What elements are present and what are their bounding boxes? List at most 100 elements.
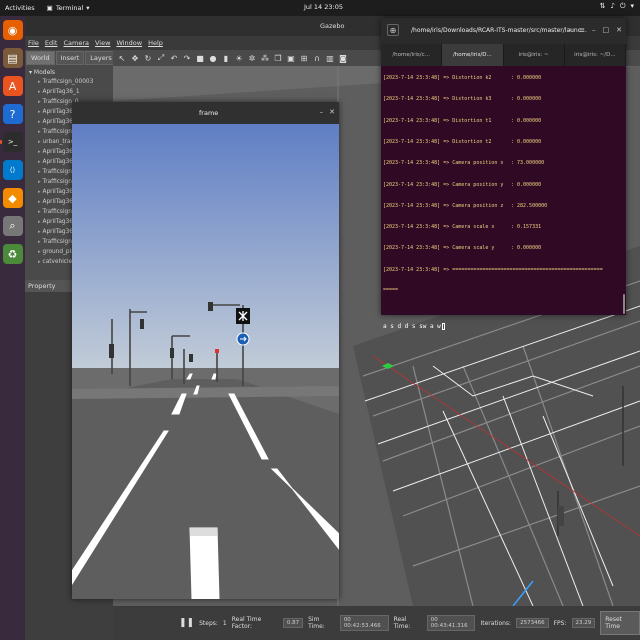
terminal-tab-label: /home/iris/c...	[392, 52, 430, 58]
rtf-field: 0.87	[282, 618, 304, 628]
menu-window[interactable]: Window	[116, 39, 142, 47]
hamburger-menu-icon[interactable]: ≡	[579, 26, 585, 35]
log-value: : 282.500000	[511, 202, 548, 209]
terminal-tab-label: iris@iris: ~	[518, 52, 549, 58]
menu-view[interactable]: View	[95, 39, 110, 47]
box-icon[interactable]: ■	[195, 53, 205, 63]
frame-titlebar[interactable]: frame – ✕	[72, 102, 339, 124]
translate-icon[interactable]: ✥	[130, 53, 140, 63]
log-prefix: [2023-7-14 23:3:48] => =================…	[383, 266, 603, 273]
menu-camera[interactable]: Camera	[63, 39, 89, 47]
log-value: : 0.157331	[511, 224, 542, 231]
fps-field: 23.29	[571, 618, 596, 628]
pause-icon[interactable]: ❚❚	[179, 618, 194, 628]
sun-icon[interactable]: ☀	[234, 53, 244, 63]
activities-button[interactable]: Activities	[5, 4, 35, 12]
log-prefix: [2023-7-14 23:3:48] => Camera scale x	[383, 224, 495, 231]
layers-icon[interactable]: ◆	[2, 188, 23, 208]
cylinder-icon[interactable]: ▮	[221, 53, 231, 63]
log-prefix: [2023-7-14 23:3:48] => Camera scale y	[383, 245, 495, 252]
sim-time-label: Sim Time:	[308, 616, 325, 630]
scale-icon[interactable]: ⤢	[156, 53, 166, 63]
fps-label: FPS:	[553, 619, 567, 627]
terminal-tab[interactable]: /home/iris/c...	[381, 44, 443, 66]
log-line: [2023-7-14 23:3:48] => Distortion k2: 0.…	[383, 75, 541, 81]
help-icon[interactable]: ?	[2, 104, 23, 124]
tree-root-models[interactable]: ▾ Models	[29, 69, 109, 76]
menu-help[interactable]: Help	[148, 39, 163, 47]
firefox-icon[interactable]: ◉	[2, 20, 23, 40]
undo-icon[interactable]: ↶	[169, 53, 179, 63]
tree-item[interactable]: Trafficsign_00003	[29, 77, 109, 87]
gazebo-title: Gazebo	[320, 22, 345, 30]
log-prefix: [2023-7-14 23:3:48] => Camera position z	[383, 202, 504, 209]
minimize-icon[interactable]: –	[320, 108, 324, 116]
top-bar: Activities ▣ Terminal ▾ Jul 14 23:05 ⇅ ♪…	[0, 0, 640, 16]
reset-time-button[interactable]: Reset Time	[600, 611, 640, 635]
dock: ◉ ▤ A? >_ ⟨⟩ ◆ ⌕ ♻	[0, 16, 25, 640]
chevron-down-icon: ▾	[630, 2, 634, 10]
view-angle-icon[interactable]: ▥	[325, 53, 335, 63]
terminal-titlebar[interactable]: ⊕ /home/iris/Downloads/RCAR-ITS-master/s…	[381, 18, 626, 44]
property-label: Property	[28, 282, 56, 290]
log-line: [2023-7-14 23:3:48] => Distortion t2 : 0.…	[383, 138, 541, 145]
log-line: [2023-7-14 23:3:48] => Camera scale x : 0…	[383, 224, 541, 231]
trash-icon[interactable]: ♻	[2, 244, 23, 264]
spotlight-icon[interactable]: ✲	[247, 53, 257, 63]
copy-icon[interactable]: ❐	[273, 53, 283, 63]
log-value: : 0.000000	[511, 117, 542, 124]
log-value: : 0.000000	[511, 96, 542, 103]
log-value: : 0.000000	[511, 181, 542, 188]
gazebo-bottom-bar: ❚❚ Steps: 1 Real Time Factor: 0.87 Sim T…	[113, 606, 640, 640]
log-value: : 0.000000	[511, 245, 542, 252]
terminal-output[interactable]: [2023-7-14 23:3:48] => Distortion k2 : 0.…	[381, 66, 626, 330]
terminal-tab[interactable]: iris@iris: ~/D...	[565, 44, 626, 66]
redo-icon[interactable]: ↷	[182, 53, 192, 63]
vscode-icon[interactable]: ⟨⟩	[2, 160, 23, 180]
terminal-scrollbar[interactable]	[623, 294, 625, 314]
terminal-tab[interactable]: /home/iris/D...	[442, 44, 504, 66]
terminal-tab[interactable]: iris@iris: ~	[504, 44, 565, 66]
snap-icon[interactable]: ∩	[312, 53, 322, 63]
iterations-field: 2573466	[516, 618, 549, 628]
sim-time-field: 00 00:42:53.466	[339, 615, 389, 631]
terminal-input-text: a s d d s sw a w	[383, 323, 441, 330]
align-icon[interactable]: ⊞	[299, 53, 309, 63]
left-panel-tabs: World Insert Layers	[25, 50, 117, 66]
paste-icon[interactable]: ▣	[286, 53, 296, 63]
dirlight-icon[interactable]: ⁂	[260, 53, 270, 63]
sphere-icon[interactable]: ●	[208, 53, 218, 63]
log-prefix: [2023-7-14 23:3:48] => Camera position x	[383, 160, 504, 167]
tree-item[interactable]: AprilTag36_1	[29, 87, 109, 97]
magnifier-icon[interactable]: ⌕	[2, 216, 23, 236]
steps-value[interactable]: 1	[223, 620, 227, 627]
app-menu[interactable]: ▣ Terminal ▾	[47, 4, 90, 12]
terminal-tabs: /home/iris/c... /home/iris/D... iris@iris:…	[381, 44, 626, 66]
search-icon[interactable]: ⌕	[568, 26, 572, 35]
log-value: : 0.000000	[511, 138, 542, 145]
log-prefix: [2023-7-14 23:3:48] => Distortion t2	[383, 138, 492, 145]
log-prefix: [2023-7-14 23:3:48] => Distortion k2	[383, 75, 492, 81]
minimize-icon[interactable]: –	[592, 26, 596, 35]
tree-root-label: Models	[33, 69, 56, 76]
maximize-icon[interactable]: □	[603, 26, 610, 35]
files-icon[interactable]: ▤	[2, 48, 23, 68]
tab-world[interactable]: World	[26, 51, 55, 65]
clock[interactable]: Jul 14 23:05	[304, 3, 343, 11]
terminal-input-line[interactable]: a s d d s sw a w	[383, 323, 445, 330]
select-arrow-icon[interactable]: ↖	[117, 53, 127, 63]
terminal-small-icon: ▣	[46, 4, 53, 12]
terminal-icon[interactable]: >_	[0, 132, 23, 152]
terminal-tab-label: iris@iris: ~/D...	[574, 52, 616, 58]
close-icon[interactable]: ✕	[616, 26, 622, 35]
close-icon[interactable]: ✕	[329, 108, 335, 116]
system-tray[interactable]: ⇅ ♪ ⏻ ▾	[600, 2, 634, 11]
tab-insert[interactable]: Insert	[55, 51, 85, 65]
terminal-window: ⊕ /home/iris/Downloads/RCAR-ITS-master/s…	[381, 18, 626, 330]
screenshot-icon[interactable]: ◙	[338, 53, 348, 63]
rotate-icon[interactable]: ↻	[143, 53, 153, 63]
new-tab-icon[interactable]: ⊕	[387, 24, 399, 36]
software-icon[interactable]: A	[2, 76, 23, 96]
menu-file[interactable]: File	[28, 39, 39, 47]
menu-edit[interactable]: Edit	[45, 39, 58, 47]
